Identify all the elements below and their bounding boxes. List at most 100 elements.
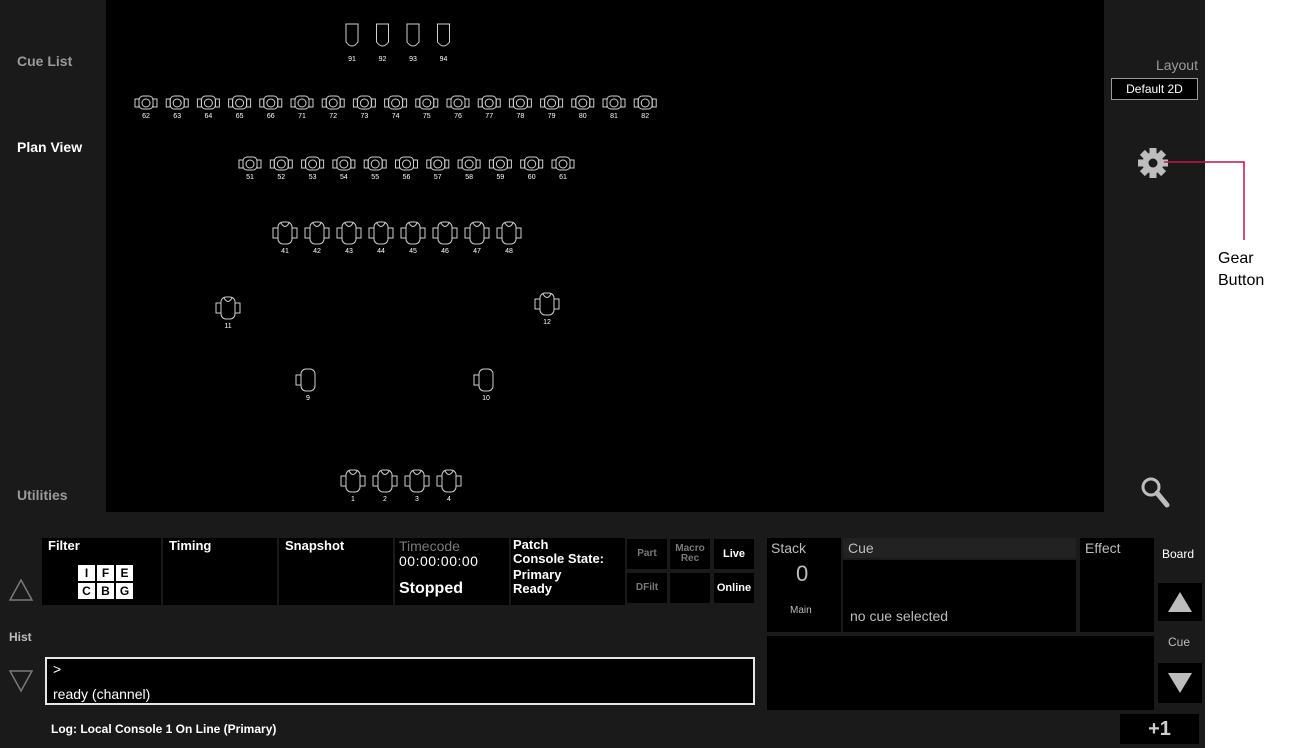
fixture-moving-head[interactable] bbox=[272, 221, 298, 245]
fixture-spot[interactable] bbox=[228, 95, 252, 110]
fixture-spot[interactable] bbox=[134, 95, 158, 110]
fixture-spot[interactable] bbox=[290, 95, 314, 110]
fixture-spot[interactable] bbox=[415, 95, 439, 110]
patch-tile[interactable]: Patch Console State: Primary Ready bbox=[511, 538, 625, 605]
fixture-spot[interactable] bbox=[238, 156, 262, 171]
fixture-spot[interactable] bbox=[165, 95, 189, 110]
fixture-par[interactable] bbox=[437, 23, 450, 47]
fixture-spot[interactable] bbox=[551, 156, 575, 171]
fixture-moving-head[interactable] bbox=[534, 292, 560, 316]
channel-label: 43 bbox=[345, 248, 353, 255]
sidebar-item-utilities[interactable]: Utilities bbox=[17, 487, 68, 503]
channel-label: 76 bbox=[454, 113, 462, 120]
timecode-title: Timecode bbox=[399, 538, 460, 554]
filter-tile[interactable]: Filter I F E C B G bbox=[42, 538, 161, 605]
fixture-spot[interactable] bbox=[395, 156, 418, 171]
fixture-spot[interactable] bbox=[259, 95, 283, 110]
channel-label: 93 bbox=[409, 56, 417, 63]
fixture-par[interactable] bbox=[345, 23, 359, 47]
fixture-spot[interactable] bbox=[571, 95, 595, 110]
plan-view-canvas[interactable]: 91 92 93 94 62 63 64 65 66 71 72 73 74 75 76 77 78 79 80 81… bbox=[106, 0, 1104, 512]
fixture-moving-head[interactable] bbox=[340, 469, 366, 493]
online-button[interactable]: Online bbox=[714, 573, 754, 603]
snapshot-tile[interactable]: Snapshot bbox=[279, 538, 393, 605]
down-arrow-icon bbox=[1168, 673, 1192, 693]
empty-button[interactable] bbox=[670, 573, 710, 603]
fixture-moving-head[interactable] bbox=[304, 221, 330, 245]
cue-down-button[interactable] bbox=[1158, 663, 1202, 703]
fixture-spot[interactable] bbox=[540, 95, 564, 110]
command-line[interactable]: > ready (channel) bbox=[45, 657, 755, 705]
history-down-arrow-icon[interactable] bbox=[8, 668, 34, 694]
macro-rec-button[interactable]: Macro Rec bbox=[670, 539, 710, 569]
fixture-moving-head[interactable] bbox=[295, 368, 316, 392]
board-button[interactable]: Board bbox=[1162, 547, 1194, 561]
timing-tile[interactable]: Timing bbox=[163, 538, 277, 605]
sidebar-item-plan-view[interactable]: Plan View bbox=[17, 139, 82, 155]
channel-label: 62 bbox=[142, 113, 150, 120]
rec-label: Rec bbox=[680, 553, 700, 564]
channel-label: 94 bbox=[440, 56, 448, 63]
effect-box[interactable]: Effect bbox=[1080, 538, 1154, 632]
fixture-spot[interactable] bbox=[332, 156, 356, 171]
cue-list-area[interactable] bbox=[767, 636, 1154, 710]
channel-label: 53 bbox=[309, 174, 317, 181]
fixture-spot[interactable] bbox=[520, 156, 544, 171]
fixture-spot[interactable] bbox=[426, 156, 450, 171]
annotation-leader-line bbox=[1164, 161, 1245, 240]
fixture-spot[interactable] bbox=[633, 95, 657, 110]
filter-key-e[interactable]: E bbox=[116, 565, 133, 581]
fixture-moving-head[interactable] bbox=[464, 221, 490, 245]
filter-key-g[interactable]: G bbox=[116, 583, 133, 599]
channel-label: 12 bbox=[543, 319, 551, 326]
cue-up-button[interactable] bbox=[1158, 583, 1202, 621]
fixture-spot[interactable] bbox=[477, 95, 501, 110]
fixture-spot[interactable] bbox=[384, 95, 408, 110]
fixture-spot[interactable] bbox=[457, 156, 481, 171]
dfilt-button[interactable]: DFilt bbox=[627, 573, 667, 603]
plus-one-button[interactable]: +1 bbox=[1120, 714, 1199, 744]
part-button[interactable]: Part bbox=[627, 539, 667, 569]
cue-text: no cue selected bbox=[850, 608, 949, 624]
layout-label: Layout bbox=[1155, 57, 1198, 73]
fixture-spot[interactable] bbox=[269, 156, 293, 171]
sidebar-item-cue-list[interactable]: Cue List bbox=[17, 53, 72, 69]
fixture-par[interactable] bbox=[376, 23, 389, 47]
channel-label: 44 bbox=[377, 248, 385, 255]
annotation-line1: Gear bbox=[1218, 250, 1254, 267]
fixture-moving-head[interactable] bbox=[473, 368, 494, 392]
timecode-tile[interactable]: Timecode 00:00:00:00 Stopped bbox=[395, 538, 509, 605]
fixture-spot[interactable] bbox=[602, 95, 626, 110]
filter-key-i[interactable]: I bbox=[78, 565, 95, 581]
fixture-moving-head[interactable] bbox=[496, 221, 522, 245]
fixture-spot[interactable] bbox=[363, 156, 387, 171]
filter-key-c[interactable]: C bbox=[78, 583, 95, 599]
fixture-moving-head[interactable] bbox=[372, 469, 398, 493]
fixture-moving-head[interactable] bbox=[400, 221, 426, 245]
fixture-moving-head[interactable] bbox=[215, 296, 241, 320]
fixture-spot[interactable] bbox=[321, 95, 345, 110]
filter-key-f[interactable]: F bbox=[97, 565, 114, 581]
fixture-moving-head[interactable] bbox=[404, 469, 430, 493]
fixture-moving-head[interactable] bbox=[432, 221, 458, 245]
cue-detail[interactable]: no cue selected bbox=[843, 560, 1076, 632]
fixture-moving-head[interactable] bbox=[336, 221, 362, 245]
channel-label: 79 bbox=[548, 113, 556, 120]
fixture-spot[interactable] bbox=[446, 95, 470, 110]
stack-box[interactable]: Stack 0 Main bbox=[767, 538, 841, 632]
layout-select[interactable]: Default 2D bbox=[1111, 78, 1198, 100]
fixture-spot[interactable] bbox=[301, 156, 325, 171]
history-up-arrow-icon[interactable] bbox=[8, 577, 34, 603]
fixture-spot[interactable] bbox=[196, 95, 220, 110]
fixture-layout[interactable]: 91 92 93 9462 63 64 65 66 71 72 73 74 75 76 77 78 79 80 81… bbox=[106, 0, 1104, 512]
magnifier-icon[interactable] bbox=[1140, 476, 1170, 508]
channel-label: 59 bbox=[497, 174, 505, 181]
fixture-moving-head[interactable] bbox=[436, 469, 462, 493]
fixture-spot[interactable] bbox=[508, 95, 532, 110]
filter-key-b[interactable]: B bbox=[97, 583, 114, 599]
live-button[interactable]: Live bbox=[714, 539, 754, 569]
fixture-par[interactable] bbox=[406, 23, 420, 47]
fixture-moving-head[interactable] bbox=[368, 221, 394, 245]
fixture-spot[interactable] bbox=[352, 95, 376, 110]
fixture-spot[interactable] bbox=[488, 156, 512, 171]
